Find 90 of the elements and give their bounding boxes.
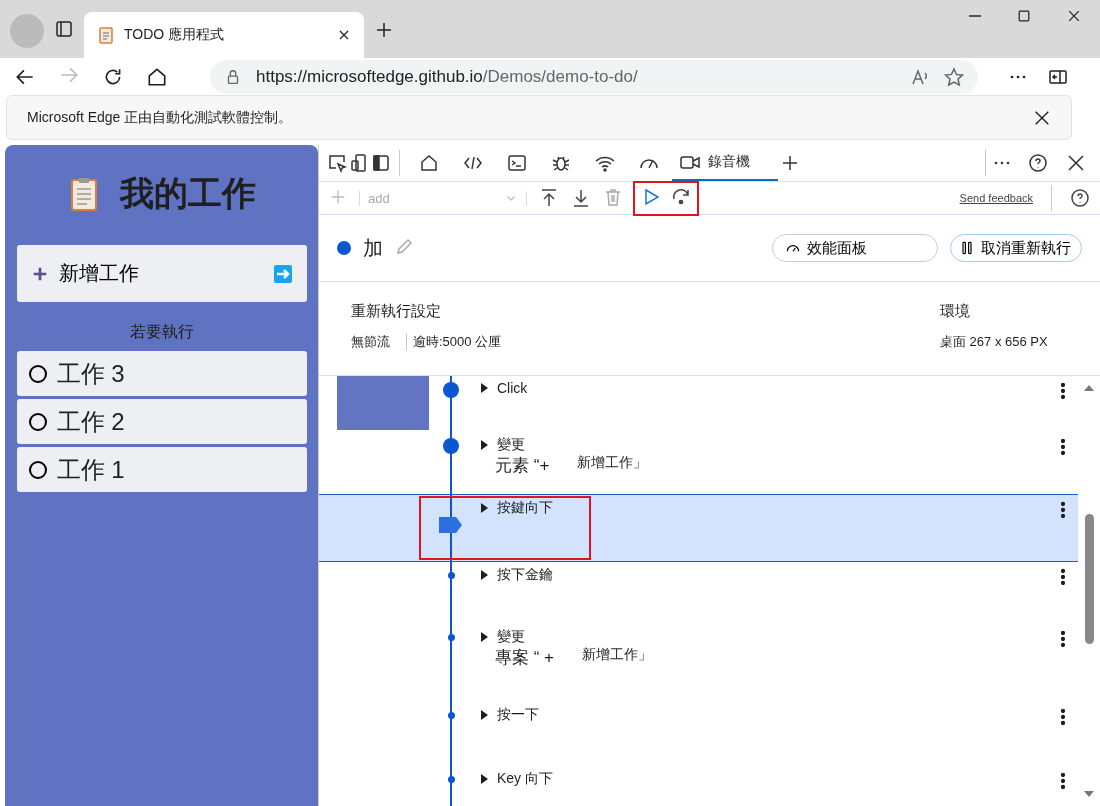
environment-heading: 環境 (940, 302, 971, 321)
step-title: 變更 (497, 628, 525, 646)
help-icon (1070, 188, 1090, 208)
environment-value: 桌面 267 x 656 PX (940, 334, 1048, 349)
console-icon (507, 153, 527, 173)
minimize-icon (968, 15, 982, 17)
current-step-icon (439, 517, 463, 533)
send-feedback-link[interactable]: Send feedback (959, 192, 1033, 204)
step-title: Key 向下 (497, 770, 553, 788)
more-vertical-icon (1060, 501, 1066, 519)
step-over-icon (671, 186, 691, 207)
step-row[interactable]: 按鍵向下 (319, 494, 1078, 562)
more-vertical-icon (1060, 568, 1066, 586)
step-title: 按鍵向下 (497, 499, 553, 517)
checkbox-icon[interactable] (28, 460, 47, 479)
help-icon (1028, 153, 1048, 173)
task-item[interactable]: 工作 3 (16, 351, 307, 396)
step-row[interactable]: Key 向下 (319, 766, 1078, 806)
step-title: 按下金鑰 (497, 566, 553, 584)
settings-heading: 重新執行設定 (351, 302, 442, 321)
pencil-icon (395, 236, 415, 256)
step-row[interactable]: 變更 元素 “+ 新增工作」 (319, 432, 1078, 494)
step-row[interactable]: 按一下 (319, 702, 1078, 766)
expand-icon (479, 439, 489, 451)
close-icon (1066, 153, 1086, 173)
upload-icon (539, 188, 559, 208)
home-icon (419, 153, 439, 173)
step-node-icon (447, 634, 455, 641)
more-vertical-icon (1060, 630, 1066, 648)
recording-dot-icon (337, 241, 351, 255)
step-title: 變更 (497, 436, 525, 454)
app-title: 我的工作 (119, 173, 256, 214)
trash-icon (603, 186, 623, 207)
inspect-icon (327, 153, 347, 173)
address-bar[interactable]: https://microsoftedge.github.io/Demos/demo-to-do/ (210, 59, 978, 94)
more-icon (1010, 74, 1026, 79)
performance-panel-button[interactable]: 效能面板 (772, 234, 938, 262)
step-row[interactable]: 變更 專案 “ + 新增工作」 (319, 624, 1078, 702)
download-icon (571, 188, 591, 208)
maximize-icon (1016, 8, 1032, 24)
star-icon (944, 66, 964, 87)
recording-name: 加 (363, 235, 383, 261)
step-title: 按一下 (497, 706, 539, 724)
step-detail: 專案 “ + (495, 647, 555, 669)
add-task-button[interactable]: 新增工作 (16, 245, 307, 302)
task-label: 工作 3 (56, 358, 125, 389)
infobar-message: Microsoft Edge 正由自動化測試軟體控制。 (27, 108, 293, 127)
step-node-icon (447, 776, 455, 783)
step-node-icon (443, 438, 459, 454)
more-vertical-icon (1060, 708, 1066, 726)
expand-icon (479, 569, 489, 581)
step-title: Click (497, 380, 528, 396)
url-text: https://microsoftedge.github.io/Demos/demo-to-do/ (256, 66, 638, 87)
tab-actions-icon (54, 19, 74, 39)
step-row[interactable]: 按下金鑰 (319, 562, 1078, 624)
task-label: 工作 1 (56, 454, 125, 485)
close-icon (1066, 8, 1082, 24)
more-vertical-icon (1060, 382, 1066, 400)
clipboard-icon (96, 25, 116, 45)
expand-icon (479, 631, 489, 643)
step-target: 新增工作」 (577, 454, 648, 472)
step-target: 新增工作」 (582, 646, 653, 664)
expand-icon (479, 709, 489, 721)
timeout-value[interactable]: 逾時:5000 公厘 (406, 333, 502, 351)
more-vertical-icon (1060, 438, 1066, 456)
step-detail: 元素 “+ (495, 455, 550, 477)
tab-title: TODO 應用程式 (124, 26, 226, 44)
task-item[interactable]: 工作 1 (16, 447, 307, 492)
throttling-value[interactable]: 無節流 (351, 333, 390, 351)
more-icon (994, 161, 1010, 165)
more-vertical-icon (1060, 772, 1066, 790)
device-icon (349, 153, 369, 173)
step-node-icon (447, 572, 455, 579)
scrollbar-thumb[interactable] (1084, 514, 1094, 644)
cancel-replay-button[interactable]: 取消重新執行 (950, 234, 1082, 262)
add-tab-icon (780, 153, 800, 173)
task-item[interactable]: 工作 2 (16, 399, 307, 444)
step-node-icon (447, 712, 455, 719)
step-node-icon (443, 382, 459, 398)
dock-icon (371, 153, 391, 173)
browser-tab[interactable]: TODO 應用程式 (84, 12, 364, 58)
expand-icon (479, 382, 489, 394)
section-heading: 若要執行 (129, 322, 194, 342)
checkbox-icon[interactable] (28, 412, 47, 431)
step-row[interactable]: Click (319, 376, 1078, 432)
pause-icon (959, 240, 975, 256)
task-label: 工作 2 (56, 406, 125, 437)
checkbox-icon[interactable] (28, 364, 47, 383)
expand-icon (479, 502, 489, 514)
expand-icon (479, 773, 489, 785)
